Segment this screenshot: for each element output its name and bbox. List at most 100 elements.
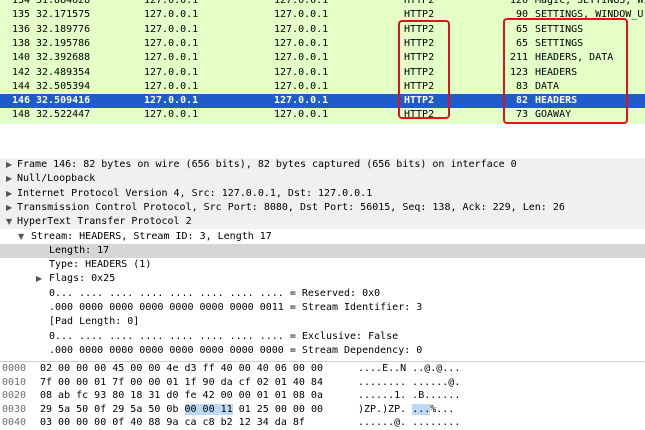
collapsed-triangle-icon[interactable]: ▶: [36, 272, 42, 286]
hex-bytes-segment: 02 00 00 00 45 00 00 4e d3 ff 40 00 40 0…: [40, 363, 323, 374]
hex-bytes: 29 5a 50 0f 29 5a 50 0b 00 00 11 01 25 0…: [40, 403, 323, 417]
packet-time: 32.505394: [36, 80, 90, 94]
packet-time: 32.509416: [36, 94, 90, 108]
detail-tree-row[interactable]: 0... .... .... .... .... .... .... .... …: [0, 330, 645, 344]
hex-bytes: 08 ab fc 93 80 18 31 d0 fe 42 00 00 01 0…: [40, 389, 323, 403]
packet-number: 144: [8, 80, 30, 94]
detail-tree-row[interactable]: ▶ Internet Protocol Version 4, Src: 127.0…: [0, 187, 645, 201]
packet-source: 127.0.0.1: [144, 51, 198, 65]
ascii-segment: ........ ......@.: [358, 377, 460, 388]
hex-ascii: ......@. ........: [358, 416, 460, 430]
packet-protocol: HTTP2: [404, 0, 434, 8]
packet-source: 127.0.0.1: [144, 23, 198, 37]
hex-row[interactable]: 0020 08 ab fc 93 80 18 31 d0 fe 42 00 00 …: [0, 389, 645, 403]
packet-destination: 127.0.0.1: [274, 23, 328, 37]
hex-bytes-highlight: 00 00 11: [185, 404, 233, 415]
hex-offset: 0010: [2, 376, 26, 390]
packet-time: 32.171575: [36, 8, 90, 22]
packet-destination: 127.0.0.1: [274, 51, 328, 65]
expanded-triangle-icon[interactable]: ▼: [18, 230, 24, 244]
hex-bytes: 7f 00 00 01 7f 00 00 01 1f 90 da cf 02 0…: [40, 376, 323, 390]
detail-tree-label: Internet Protocol Version 4, Src: 127.0.…: [17, 187, 372, 201]
detail-tree-row[interactable]: ▶ Flags: 0x25: [0, 272, 645, 286]
packet-time: 32.195786: [36, 37, 90, 51]
collapsed-triangle-icon[interactable]: ▶: [6, 187, 12, 201]
packet-source: 127.0.0.1: [144, 94, 198, 108]
packet-destination: 127.0.0.1: [274, 37, 328, 51]
packet-info: Magic, SETTINGS, WINDOW_U: [535, 0, 645, 8]
detail-tree-row[interactable]: [Pad Length: 0]: [0, 315, 645, 329]
pane-divider: [0, 124, 645, 154]
collapsed-triangle-icon[interactable]: ▶: [6, 172, 12, 186]
detail-tree-row[interactable]: .000 0000 0000 0000 0000 0000 0000 0011 …: [0, 301, 645, 315]
hex-bytes-segment: 7f 00 00 01 7f 00 00 01 1f 90 da cf 02 0…: [40, 377, 323, 388]
hex-bytes: 03 00 00 00 0f 40 88 9a ca c8 b2 12 34 d…: [40, 416, 305, 430]
detail-tree-label: HyperText Transfer Protocol 2: [17, 215, 192, 229]
packet-time: 32.392688: [36, 51, 90, 65]
detail-tree-label: 0... .... .... .... .... .... .... .... …: [49, 330, 398, 344]
detail-tree-label: Type: HEADERS (1): [49, 258, 151, 272]
packet-destination: 127.0.0.1: [274, 66, 328, 80]
hex-row[interactable]: 0030 29 5a 50 0f 29 5a 50 0b 00 00 11 01 …: [0, 403, 645, 417]
hex-offset: 0030: [2, 403, 26, 417]
ascii-segment: %...: [430, 404, 454, 415]
packet-bytes-pane[interactable]: 000002 00 00 00 45 00 00 4e d3 ff 40 00 …: [0, 361, 645, 430]
hex-ascii: )ZP.)ZP. ...%...: [358, 403, 454, 417]
hex-bytes-segment: 29 5a 50 0f 29 5a 50 0b: [40, 404, 185, 415]
collapsed-triangle-icon[interactable]: ▶: [6, 201, 12, 215]
detail-tree-label: Stream: HEADERS, Stream ID: 3, Length 17: [31, 230, 272, 244]
packet-number: 136: [8, 23, 30, 37]
packet-length: 120: [505, 0, 528, 8]
detail-tree-label: Flags: 0x25: [49, 272, 115, 286]
packet-time: 31.884628: [36, 0, 90, 8]
expanded-triangle-icon[interactable]: ▼: [6, 215, 12, 229]
detail-tree-row[interactable]: ▶ Null/Loopback: [0, 172, 645, 186]
packet-time: 32.189776: [36, 23, 90, 37]
detail-tree-row[interactable]: .000 0000 0000 0000 0000 0000 0000 0000 …: [0, 344, 645, 358]
detail-tree-label: Null/Loopback: [17, 172, 95, 186]
ascii-segment: ......1. .B......: [358, 390, 460, 401]
packet-source: 127.0.0.1: [144, 8, 198, 22]
hex-row[interactable]: 0010 7f 00 00 01 7f 00 00 01 1f 90 da cf …: [0, 376, 645, 390]
ascii-highlight: ...: [412, 404, 430, 415]
packet-row[interactable]: 13431.884628127.0.0.1127.0.0.1HTTP2120Ma…: [0, 0, 645, 8]
info-highlight-box: [503, 18, 628, 124]
detail-tree-label: Frame 146: 82 bytes on wire (656 bits), …: [17, 158, 517, 172]
hex-offset: 0040: [2, 416, 26, 430]
hex-bytes-segment: 08 ab fc 93 80 18 31 d0 fe 42 00 00 01 0…: [40, 390, 323, 401]
detail-tree-label: [Pad Length: 0]: [49, 315, 139, 329]
hex-row[interactable]: 0040 03 00 00 00 0f 40 88 9a ca c8 b2 12 …: [0, 416, 645, 430]
detail-tree-label: Transmission Control Protocol, Src Port:…: [17, 201, 565, 215]
packet-time: 32.522447: [36, 108, 90, 122]
detail-tree-row[interactable]: ▶ Transmission Control Protocol, Src Port…: [0, 201, 645, 215]
detail-tree-row[interactable]: ▶ Frame 146: 82 bytes on wire (656 bits),…: [0, 158, 645, 172]
packet-destination: 127.0.0.1: [274, 0, 328, 8]
packet-number: 138: [8, 37, 30, 51]
protocol-highlight-box: [398, 20, 450, 119]
detail-tree-row[interactable]: Type: HEADERS (1): [0, 258, 645, 272]
collapsed-triangle-icon[interactable]: ▶: [6, 158, 12, 172]
packet-source: 127.0.0.1: [144, 108, 198, 122]
packet-destination: 127.0.0.1: [274, 8, 328, 22]
detail-tree-label: 0... .... .... .... .... .... .... .... …: [49, 287, 380, 301]
hex-offset: 0020: [2, 389, 26, 403]
detail-tree-row[interactable]: ▼ HyperText Transfer Protocol 2: [0, 215, 645, 229]
hex-row[interactable]: 000002 00 00 00 45 00 00 4e d3 ff 40 00 …: [0, 362, 645, 376]
hex-bytes: 02 00 00 00 45 00 00 4e d3 ff 40 00 40 0…: [40, 362, 323, 376]
detail-tree-label: .000 0000 0000 0000 0000 0000 0000 0011 …: [49, 301, 422, 315]
hex-bytes-segment: 03 00 00 00 0f 40 88 9a ca c8 b2 12 34 d…: [40, 417, 305, 428]
packet-time: 32.489354: [36, 66, 90, 80]
packet-number: 148: [8, 108, 30, 122]
packet-destination: 127.0.0.1: [274, 80, 328, 94]
packet-destination: 127.0.0.1: [274, 94, 328, 108]
hex-ascii: ......1. .B......: [358, 389, 460, 403]
ascii-segment: ......@. ........: [358, 417, 460, 428]
packet-destination: 127.0.0.1: [274, 108, 328, 122]
detail-tree-row[interactable]: 0... .... .... .... .... .... .... .... …: [0, 287, 645, 301]
packet-details-tree[interactable]: ▶ Frame 146: 82 bytes on wire (656 bits),…: [0, 154, 645, 361]
detail-tree-row[interactable]: Length: 17: [0, 244, 645, 258]
ascii-segment: ....E..N ..@.@...: [358, 363, 460, 374]
packet-number: 146: [8, 94, 30, 108]
detail-tree-row[interactable]: ▼ Stream: HEADERS, Stream ID: 3, Length 1…: [0, 230, 645, 244]
packet-number: 140: [8, 51, 30, 65]
